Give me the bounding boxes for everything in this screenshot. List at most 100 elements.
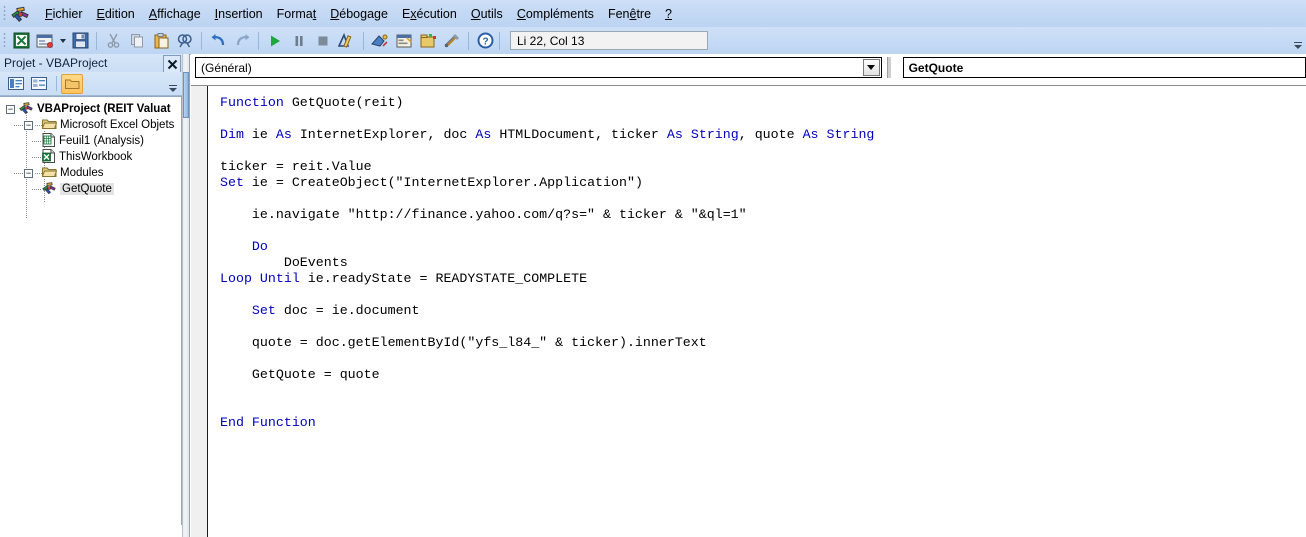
code-keyword: Set (251, 303, 276, 318)
folder-icon (41, 118, 58, 133)
svg-text:?: ? (482, 37, 488, 48)
object-dropdown-value: (Général) (201, 60, 252, 75)
tree-node-modules[interactable]: − Modules (0, 165, 181, 181)
menu-item-label: utils (480, 6, 503, 21)
toolbar-separator (96, 31, 97, 50)
menu-item-affichage[interactable]: Affichage (142, 3, 208, 25)
menu-item-fichier[interactable]: Fichier (38, 3, 90, 25)
workbook-icon (42, 148, 56, 166)
tree-connector (32, 189, 42, 190)
copy-icon[interactable] (126, 30, 148, 52)
properties-window-icon[interactable] (393, 30, 415, 52)
menu-item-outils[interactable]: Outils (464, 3, 510, 25)
code-token: quote = doc.getElementById("yfs_l84_" & … (220, 335, 707, 350)
menu-item-label: Fen (607, 6, 630, 21)
menubar-drag-grip[interactable] (3, 5, 6, 22)
close-icon[interactable] (163, 55, 181, 73)
project-tree[interactable]: − VBAProject (REIT Valuat − Microsoft Ex… (0, 96, 182, 537)
cut-icon[interactable] (102, 30, 124, 52)
chevron-down-icon[interactable] (862, 59, 880, 76)
tree-node-label: GetQuote (60, 183, 114, 195)
code-token: ticker = reit.Value (220, 159, 372, 174)
code-keyword: As (475, 127, 492, 142)
position-indicator: Li 22, Col 13 (510, 31, 708, 50)
menu-item-fenetre[interactable]: Fenêtre (601, 3, 658, 25)
panel-splitter[interactable] (182, 54, 190, 537)
stop-icon[interactable] (312, 30, 334, 52)
menu-item-insertion[interactable]: Insertion (208, 3, 270, 25)
menu-item-execution[interactable]: Exécution (395, 3, 464, 25)
tree-expander-glyph: − (25, 167, 32, 178)
code-line: Dim ie As InternetExplorer, doc As HTMLD… (220, 127, 874, 143)
menu-item-edition[interactable]: Edition (90, 3, 142, 25)
insert-dropdown-caret-icon[interactable] (57, 30, 68, 52)
code-text[interactable]: Function GetQuote(reit) Dim ie As Intern… (220, 95, 874, 431)
code-token: ie.readyState = READYSTATE_COMPLETE (299, 271, 588, 286)
project-explorer-icon[interactable] (369, 30, 391, 52)
undo-icon[interactable] (207, 30, 229, 52)
tree-node-thisworkbook[interactable]: ThisWorkbook (0, 148, 181, 166)
menu-item-format[interactable]: Format (270, 3, 324, 25)
help-icon[interactable]: ? (474, 30, 496, 52)
toolbar-drag-grip[interactable] (3, 32, 6, 49)
project-toolbar-overflow-button[interactable] (168, 76, 178, 92)
code-editor[interactable]: Function GetQuote(reit) Dim ie As Intern… (191, 85, 1306, 537)
toolbox-icon[interactable] (441, 30, 463, 52)
run-icon[interactable] (264, 30, 286, 52)
code-token: ie = CreateObject("InternetExplorer.Appl… (243, 175, 643, 190)
project-explorer-titlebar: Projet - VBAProject (0, 54, 182, 73)
code-line: End Function (220, 415, 874, 431)
menu-item-help[interactable]: ? (658, 3, 679, 25)
tree-node-getquote[interactable]: GetQuote (0, 181, 181, 197)
splitter-handle[interactable] (183, 72, 189, 118)
code-line: Do (220, 239, 874, 255)
view-excel-icon[interactable] (10, 30, 32, 52)
design-mode-icon[interactable] (336, 30, 358, 52)
insert-userform-icon[interactable] (34, 30, 56, 52)
menu-item-debogage[interactable]: Débogage (323, 3, 395, 25)
tree-expander[interactable]: − (24, 119, 33, 130)
redo-icon[interactable] (231, 30, 253, 52)
module-icon (42, 181, 57, 198)
tree-node-vbaproject[interactable]: − VBAProject (REIT Valuat (0, 101, 181, 117)
code-line: Function GetQuote(reit) (220, 95, 874, 111)
toolbar-overflow-button[interactable] (1293, 33, 1303, 49)
paste-icon[interactable] (150, 30, 172, 52)
view-code-icon[interactable] (6, 75, 26, 93)
object-dropdown[interactable]: (Général) (195, 57, 882, 78)
code-keyword: As (802, 127, 819, 142)
code-line: Set doc = ie.document (220, 303, 874, 319)
object-browser-icon[interactable] (417, 30, 439, 52)
tree-expander[interactable]: − (6, 104, 15, 114)
tree-node-excel-objects[interactable]: − Microsoft Excel Objets (0, 117, 181, 133)
code-keyword: String (818, 127, 875, 142)
find-icon[interactable] (174, 30, 196, 52)
view-object-icon[interactable] (29, 75, 49, 93)
menu-accel: C (516, 6, 526, 21)
tree-expander-glyph: − (25, 119, 32, 130)
code-token: InternetExplorer, doc (291, 127, 476, 142)
menu-accel: D (330, 6, 340, 21)
project-explorer-toolbar (0, 72, 182, 96)
save-icon[interactable] (69, 30, 91, 52)
code-keyword: Dim (220, 127, 244, 142)
code-margin-indicator-bar[interactable] (191, 86, 208, 537)
code-token: GetQuote(reit) (283, 95, 404, 110)
code-token: doc = ie.document (275, 303, 420, 318)
tree-node-feuil1[interactable]: Feuil1 (Analysis) (0, 132, 181, 150)
toggle-folders-icon[interactable] (61, 73, 83, 94)
tree-expander[interactable]: − (24, 167, 33, 178)
code-line: ie.navigate "http://finance.yahoo.com/q?… (220, 207, 874, 223)
dropdown-divider (886, 57, 891, 78)
menu-bar: Fichier Edition Affichage Insertion Form… (0, 0, 1306, 28)
pause-icon[interactable] (288, 30, 310, 52)
tree-connector (35, 125, 43, 126)
menu-item-complements[interactable]: Compléments (510, 3, 601, 25)
code-keyword: Until (259, 271, 300, 286)
procedure-dropdown[interactable]: GetQuote (902, 57, 1306, 78)
worksheet-icon (42, 132, 56, 150)
